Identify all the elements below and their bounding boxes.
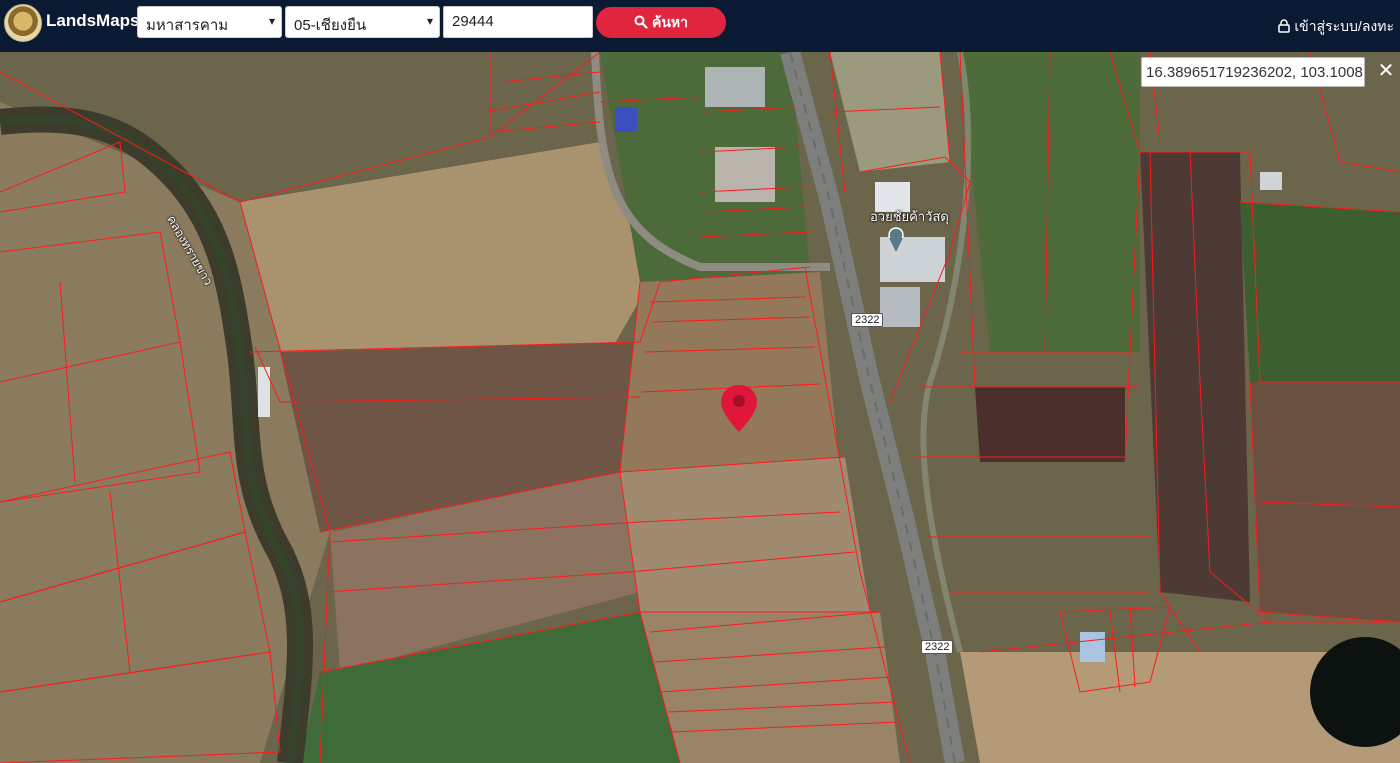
parcel-number-input[interactable]: 29444 [443,6,593,38]
building [880,237,945,282]
province-select[interactable]: มหาสารคาม ▾ [137,6,282,38]
search-button[interactable]: ค้นหา [596,7,726,38]
place-label[interactable]: อวยชัยค้าวัสดุ [870,206,949,227]
district-select-value: 05-เชียงยืน [294,17,367,34]
field-east-lower [620,457,870,612]
building [258,367,270,417]
search-button-label: ค้นหา [651,14,689,30]
map-canvas[interactable] [0,52,1400,763]
building [1080,632,1105,662]
close-icon[interactable]: ✕ [1375,58,1397,84]
login-label: เข้าสู่ระบบ/ลงทะ [1294,18,1394,34]
coordinate-field[interactable]: 16.389651719236202, 103.1008 [1141,57,1365,87]
field-south-strip [640,612,900,763]
road-shield: 2322 [921,640,954,654]
top-bar: LandsMaps มหาสารคาม ▾ 05-เชียงยืน ▾ 2944… [0,0,1400,52]
parcel-number-value: 29444 [452,13,494,30]
building [715,147,775,202]
building-blue-roof [615,107,637,132]
brand-title[interactable]: LandsMaps [46,11,140,31]
chevron-down-icon: ▾ [268,14,275,28]
seal-logo-icon[interactable] [4,4,42,42]
chevron-down-icon: ▾ [426,14,433,28]
satellite-map[interactable]: อวยชัยค้าวัสดุ คลองทรายขาว 2322 2322 [0,52,1400,763]
search-icon [634,15,648,29]
field-dark-east [975,387,1125,462]
building [705,67,765,107]
road-shield: 2322 [851,313,884,327]
field-green-east [960,52,1140,352]
building [1260,172,1282,190]
building [880,287,920,327]
login-link[interactable]: เข้าสู่ระบบ/ลงทะ [1278,16,1394,38]
district-select[interactable]: 05-เชียงยืน ▾ [285,6,440,38]
lock-icon [1278,19,1291,33]
field-green-ne [1240,202,1400,382]
province-select-value: มหาสารคาม [146,17,229,34]
